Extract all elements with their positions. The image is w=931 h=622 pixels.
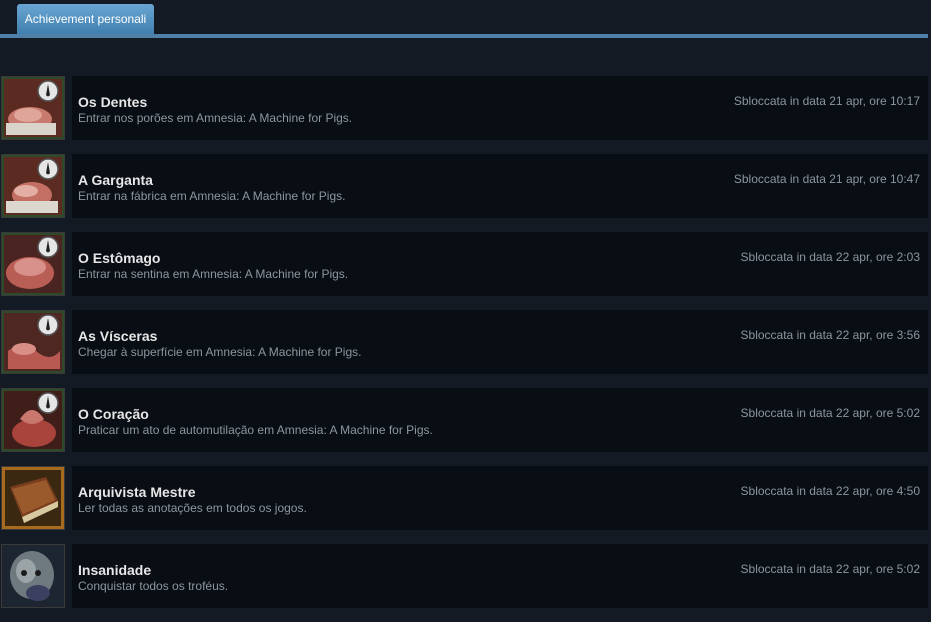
achievement-description: Conquistar todos os troféus. — [78, 579, 229, 593]
achievement-row: A Garganta Entrar na fábrica em Amnesia:… — [0, 154, 931, 218]
achievement-panel: A Garganta Entrar na fábrica em Amnesia:… — [72, 154, 928, 218]
meat-hook-icon — [1, 232, 65, 296]
achievement-unlock-date: Sbloccata in data 22 apr, ore 2:03 — [740, 250, 920, 264]
book-icon — [1, 466, 65, 530]
achievement-panel: O Coração Praticar um ato de automutilaç… — [72, 388, 928, 452]
meat-hook-icon — [1, 76, 65, 140]
achievement-title: As Vísceras — [78, 328, 158, 344]
achievement-row: Os Dentes Entrar nos porões em Amnesia: … — [0, 76, 931, 140]
tab-personal-achievements[interactable]: Achievement personali — [17, 4, 154, 34]
achievement-row: Arquivista Mestre Ler todas as anotações… — [0, 466, 931, 530]
monster-icon — [1, 544, 65, 608]
achievement-unlock-date: Sbloccata in data 22 apr, ore 4:50 — [740, 484, 920, 498]
achievement-description: Ler todas as anotações em todos os jogos… — [78, 501, 307, 515]
achievement-title: Arquivista Mestre — [78, 484, 196, 500]
achievement-row: O Coração Praticar um ato de automutilaç… — [0, 388, 931, 452]
achievement-title: Os Dentes — [78, 94, 148, 110]
achievement-unlock-date: Sbloccata in data 22 apr, ore 5:02 — [740, 406, 920, 420]
achievement-panel: O Estômago Entrar na sentina em Amnesia:… — [72, 232, 928, 296]
achievement-row: O Estômago Entrar na sentina em Amnesia:… — [0, 232, 931, 296]
achievement-unlock-date: Sbloccata in data 22 apr, ore 5:02 — [740, 562, 920, 576]
achievement-description: Entrar na sentina em Amnesia: A Machine … — [78, 267, 349, 281]
achievement-panel: Os Dentes Entrar nos porões em Amnesia: … — [72, 76, 928, 140]
achievement-panel: Arquivista Mestre Ler todas as anotações… — [72, 466, 928, 530]
achievement-title: Insanidade — [78, 562, 152, 578]
achievement-panel: Insanidade Conquistar todos os troféus. … — [72, 544, 928, 608]
achievement-list: Os Dentes Entrar nos porões em Amnesia: … — [0, 76, 931, 622]
achievement-unlock-date: Sbloccata in data 21 apr, ore 10:47 — [733, 172, 920, 186]
meat-hook-icon — [1, 388, 65, 452]
achievement-row: Insanidade Conquistar todos os troféus. … — [0, 544, 931, 608]
achievement-description: Chegar à superfície em Amnesia: A Machin… — [78, 345, 362, 359]
achievement-unlock-date: Sbloccata in data 22 apr, ore 3:56 — [740, 328, 920, 342]
achievement-description: Entrar nos porões em Amnesia: A Machine … — [78, 111, 353, 125]
tab-underline — [0, 34, 928, 38]
achievement-title: O Coração — [78, 406, 149, 422]
achievement-row: As Vísceras Chegar à superfície em Amnes… — [0, 310, 931, 374]
meat-hook-icon — [1, 154, 65, 218]
achievement-unlock-date: Sbloccata in data 21 apr, ore 10:17 — [733, 94, 920, 108]
achievement-description: Entrar na fábrica em Amnesia: A Machine … — [78, 189, 346, 203]
achievement-description: Praticar um ato de automutilação em Amne… — [78, 423, 433, 437]
meat-hook-icon — [1, 310, 65, 374]
achievement-panel: As Vísceras Chegar à superfície em Amnes… — [72, 310, 928, 374]
tab-bar: Achievement personali — [0, 0, 931, 40]
achievement-title: A Garganta — [78, 172, 153, 188]
achievement-title: O Estômago — [78, 250, 161, 266]
